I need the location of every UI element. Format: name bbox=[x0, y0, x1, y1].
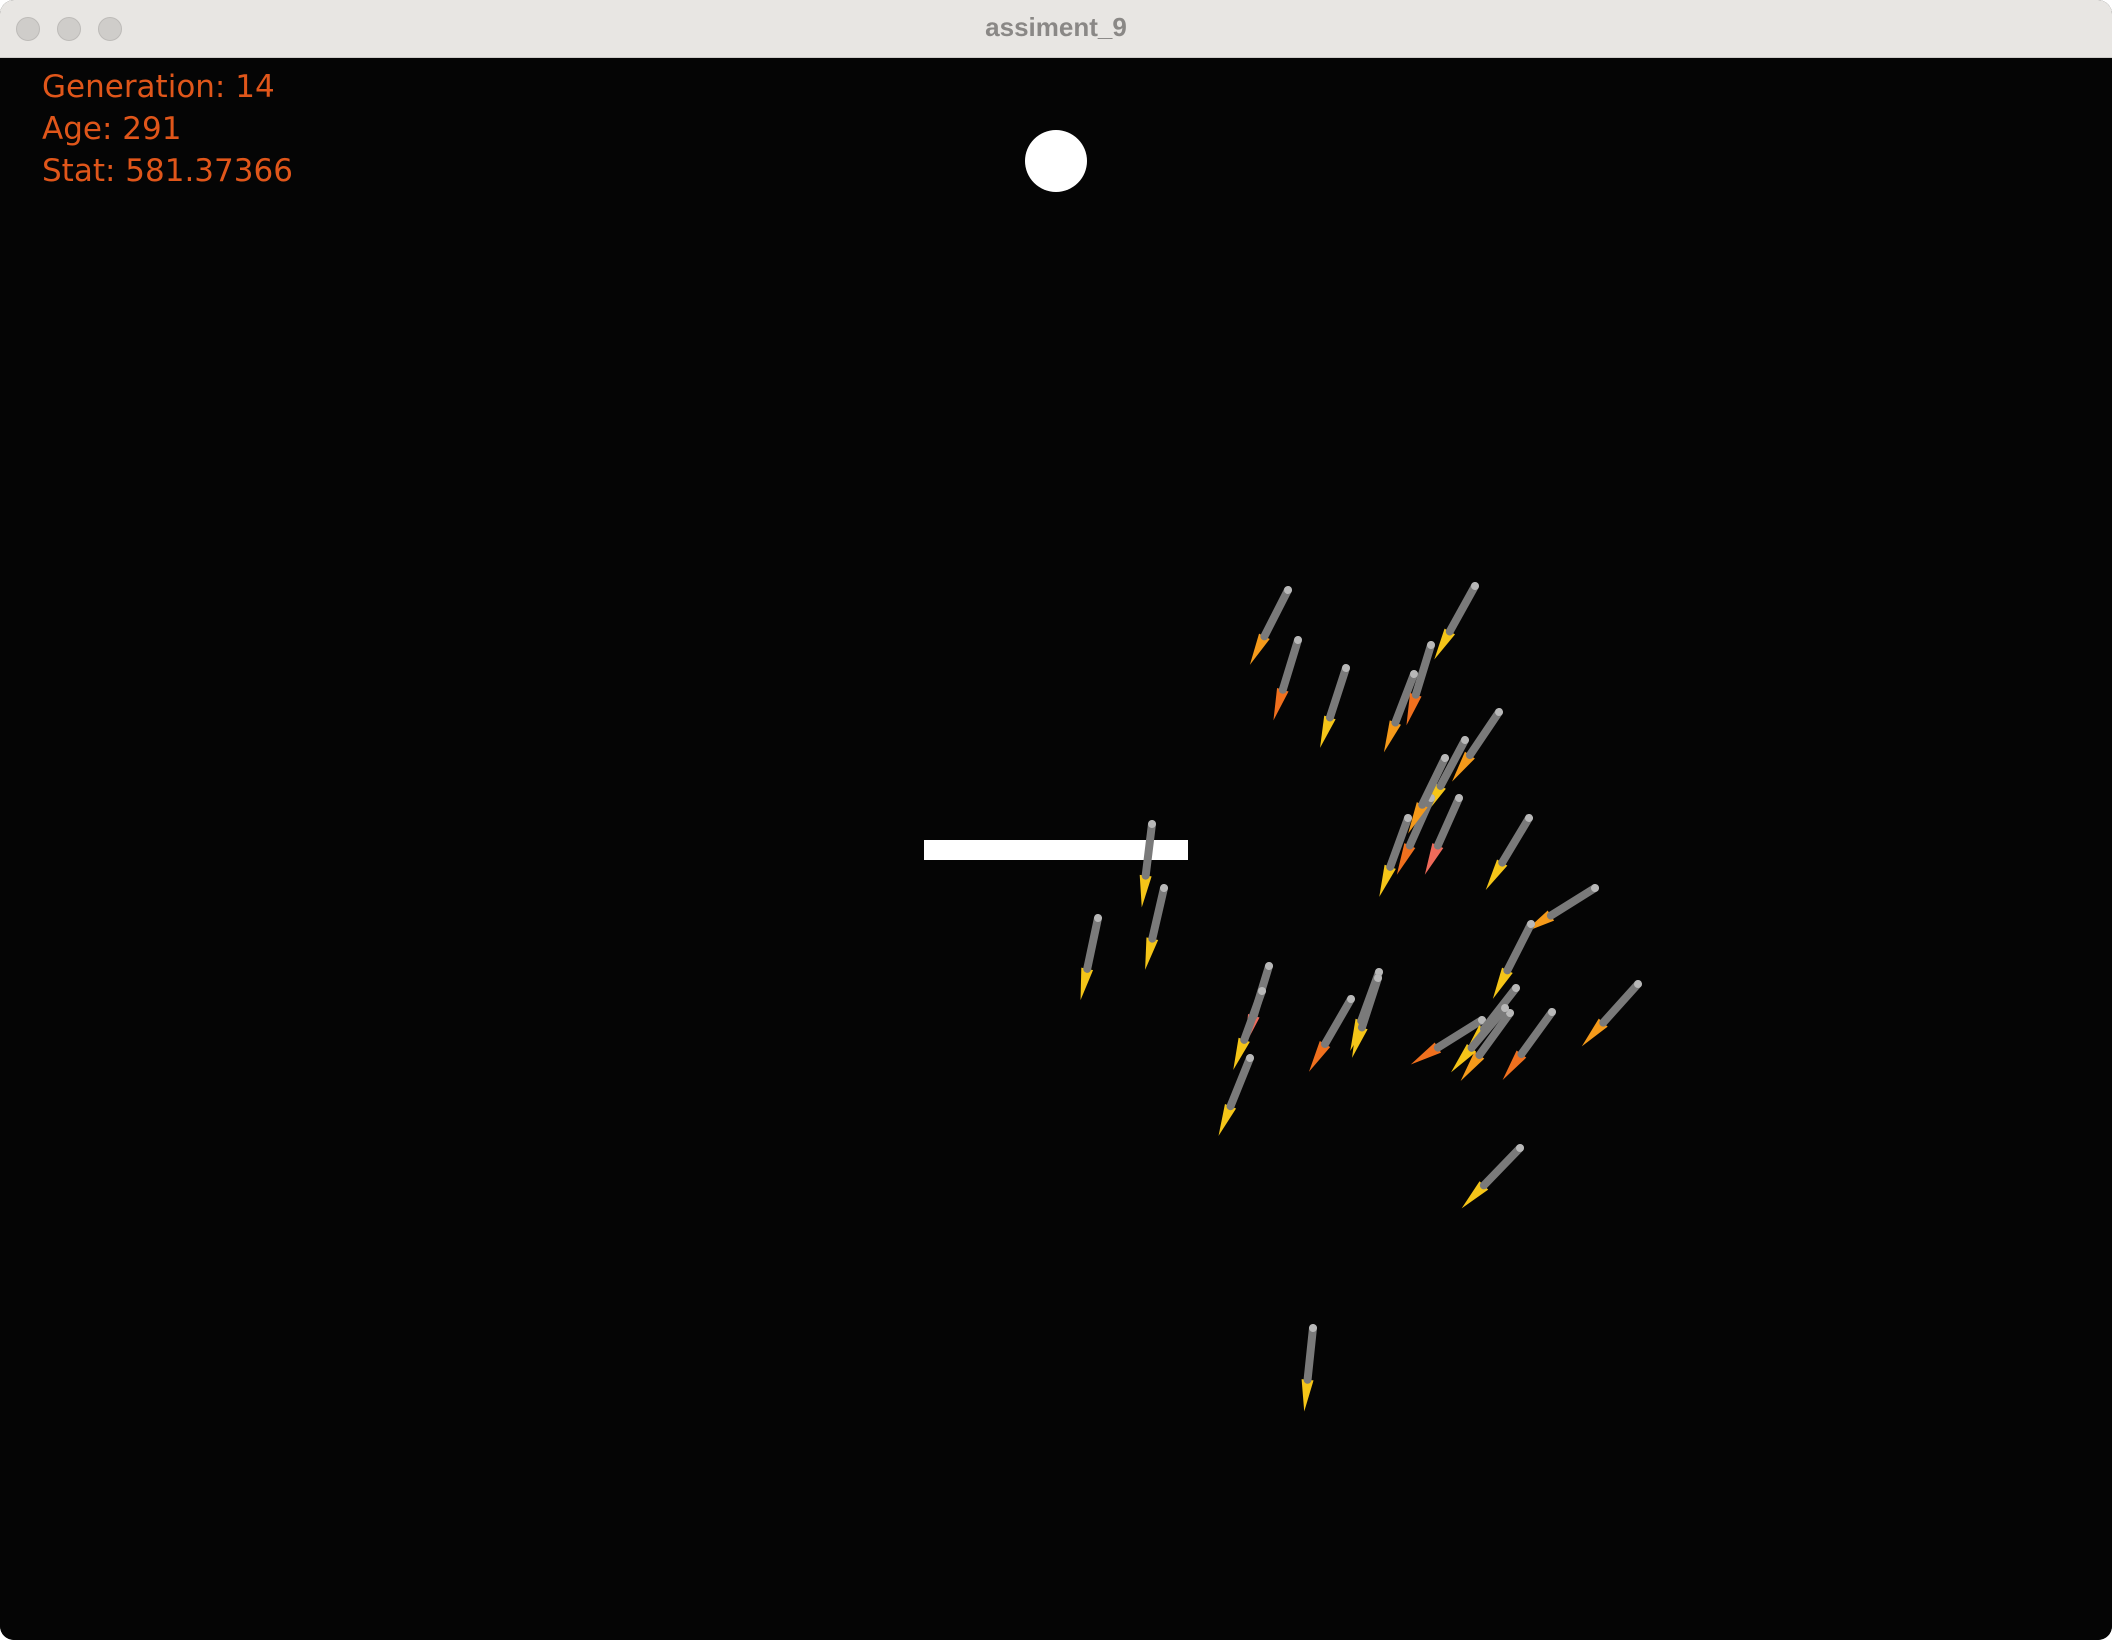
rocket-flame bbox=[1301, 1379, 1314, 1412]
rocket-body bbox=[1433, 794, 1463, 850]
rocket bbox=[1452, 708, 1503, 782]
rocket bbox=[1461, 1144, 1524, 1209]
rocket-flame bbox=[1320, 715, 1336, 748]
stat-label: Stat: 581.37366 bbox=[42, 153, 293, 189]
rocket-body bbox=[1325, 664, 1350, 722]
rocket-body bbox=[1479, 1144, 1524, 1190]
rocket-body bbox=[1148, 884, 1168, 943]
rocket-flame bbox=[1273, 687, 1289, 721]
rocket bbox=[1581, 980, 1642, 1047]
rocket-body bbox=[1503, 920, 1535, 975]
rocket-flame bbox=[1145, 937, 1159, 970]
rocket-flame bbox=[1080, 967, 1094, 1001]
rocket-body bbox=[1303, 1324, 1317, 1384]
target-circle bbox=[1025, 130, 1087, 192]
rocket-flame bbox=[1139, 874, 1152, 908]
rocket bbox=[1273, 636, 1302, 721]
rocket-body bbox=[1546, 884, 1599, 920]
rocket-population bbox=[1080, 582, 1642, 1412]
rocket-body bbox=[1260, 586, 1292, 641]
rocket bbox=[1139, 820, 1156, 908]
rocket-body bbox=[1226, 1054, 1254, 1111]
rocket bbox=[1320, 664, 1350, 748]
rocket-body bbox=[1445, 582, 1479, 636]
rocket-body bbox=[1278, 636, 1302, 694]
rocket-body bbox=[1599, 980, 1642, 1027]
rocket bbox=[1301, 1324, 1317, 1412]
rocket bbox=[1080, 914, 1102, 1001]
rocket-body bbox=[1083, 914, 1102, 973]
rocket bbox=[1249, 586, 1292, 665]
rocket-body bbox=[1517, 1008, 1556, 1059]
age-label: Age: 291 bbox=[42, 111, 182, 147]
stats-panel: Generation: 14 Age: 291 Stat: 581.37366 bbox=[42, 66, 293, 192]
window-title: assiment_9 bbox=[985, 12, 1127, 42]
generation-label: Generation: 14 bbox=[42, 69, 275, 105]
title-bar[interactable]: assiment_9 bbox=[0, 0, 2112, 58]
app-window: assiment_9 Generation: 14 Age: 291 Stat:… bbox=[0, 0, 2112, 1640]
rocket-body bbox=[1465, 708, 1503, 760]
rocket bbox=[1485, 814, 1533, 891]
simulation-scene bbox=[924, 130, 1642, 1412]
rocket-body bbox=[1141, 820, 1156, 880]
rocket bbox=[1434, 582, 1479, 660]
rocket-body bbox=[1411, 641, 1435, 699]
rocket-body bbox=[1321, 995, 1355, 1049]
rocket bbox=[1383, 670, 1418, 753]
rocket bbox=[1309, 995, 1355, 1072]
rocket-flame bbox=[1352, 1025, 1368, 1058]
rocket-body bbox=[1240, 987, 1266, 1044]
rocket-body bbox=[1498, 814, 1533, 867]
game-canvas[interactable]: Generation: 14 Age: 291 Stat: 581.37366 bbox=[0, 58, 2112, 1640]
